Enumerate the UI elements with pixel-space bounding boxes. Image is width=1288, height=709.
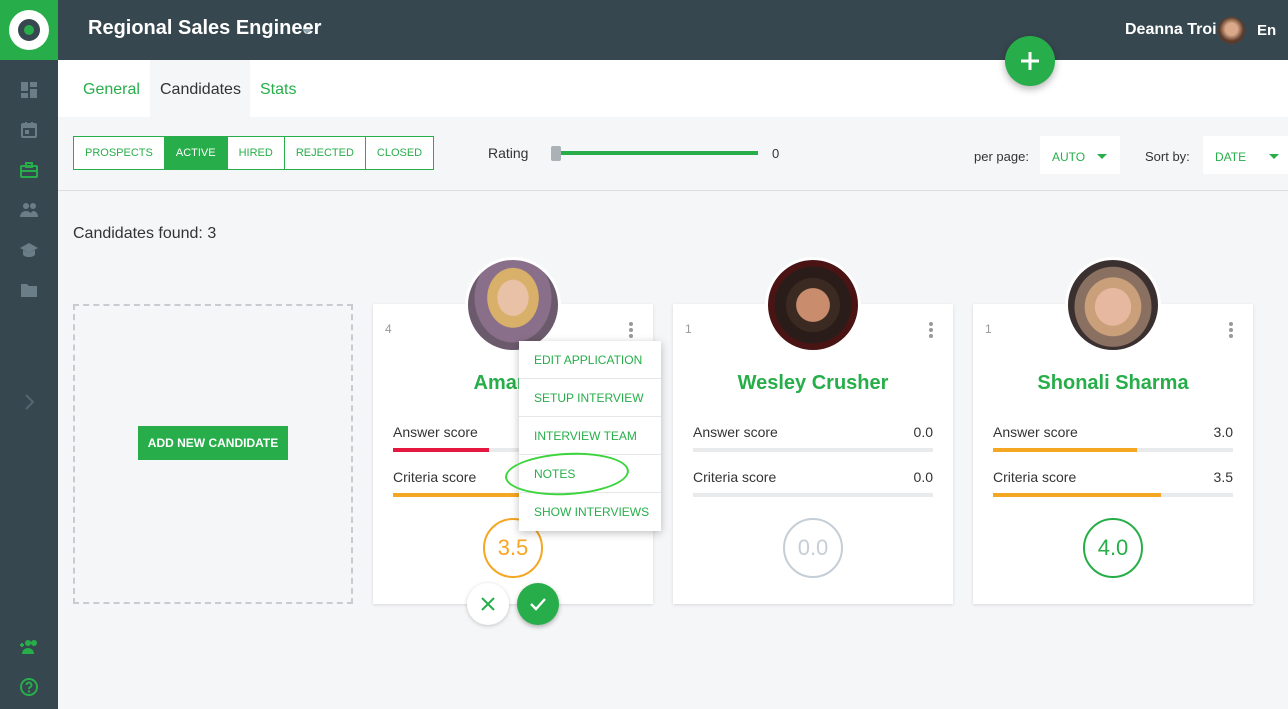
rating-slider-track[interactable]	[553, 151, 758, 155]
chevron-down-icon	[1097, 154, 1107, 159]
rating-value: 0	[772, 146, 780, 161]
tab-general[interactable]: General	[83, 60, 140, 117]
answer-score-label: Answer score	[693, 424, 778, 440]
candidate-card[interactable]: 1 Wesley Crusher Answer score 0.0 Criter…	[673, 257, 953, 604]
language-selector[interactable]: En	[1257, 22, 1276, 39]
add-candidate-card: ADD NEW CANDIDATE	[73, 304, 353, 604]
candidates-count: Candidates found: 3	[73, 225, 217, 242]
overall-score: 4.0	[1083, 518, 1143, 578]
people-icon[interactable]	[18, 199, 40, 221]
criteria-score-value: 3.5	[1213, 469, 1233, 485]
per-page-value: AUTO	[1052, 150, 1086, 164]
menu-interview-team[interactable]: INTERVIEW TEAM	[519, 417, 661, 455]
rating-label: Rating	[488, 145, 529, 161]
user-name[interactable]: Deanna Troi	[1125, 21, 1217, 39]
close-icon	[481, 597, 495, 611]
check-icon	[530, 598, 546, 611]
answer-score-bar	[993, 448, 1233, 452]
per-page-label: per page:	[974, 149, 1029, 164]
accept-button[interactable]	[517, 583, 559, 625]
candidate-photo	[465, 257, 561, 353]
briefcase-icon[interactable]	[18, 159, 40, 181]
dashboard-icon[interactable]	[18, 79, 40, 101]
chevron-down-icon	[1269, 154, 1279, 159]
answer-score-label: Answer score	[993, 424, 1078, 440]
add-user-icon[interactable]	[18, 636, 40, 658]
filter-bar: PROSPECTS ACTIVE HIRED REJECTED CLOSED R…	[58, 117, 1288, 191]
menu-setup-interview[interactable]: SETUP INTERVIEW	[519, 379, 661, 417]
candidate-count: 4	[385, 322, 392, 336]
filter-active[interactable]: ACTIVE	[164, 137, 228, 169]
answer-score-value: 0.0	[913, 424, 933, 440]
criteria-score-label: Criteria score	[393, 469, 477, 485]
criteria-score-label: Criteria score	[993, 469, 1077, 485]
more-vert-icon[interactable]	[1226, 322, 1236, 338]
answer-score-row: Answer score 3.0	[993, 424, 1233, 452]
overall-score: 0.0	[783, 518, 843, 578]
candidate-count: 1	[685, 322, 692, 336]
job-title[interactable]: Regional Sales Engineer	[88, 17, 321, 40]
chevron-down-icon[interactable]	[302, 29, 312, 34]
tab-bar: General Candidates Stats	[58, 60, 1288, 117]
criteria-score-bar	[693, 493, 933, 497]
sort-label: Sort by:	[1145, 149, 1190, 164]
criteria-score-fill	[993, 493, 1161, 497]
menu-show-interviews[interactable]: SHOW INTERVIEWS	[519, 493, 661, 531]
candidate-card[interactable]: 1 Shonali Sharma Answer score 3.0 Criter…	[973, 257, 1253, 604]
add-candidate-button[interactable]: ADD NEW CANDIDATE	[138, 426, 288, 460]
rating-slider-handle[interactable]	[551, 146, 561, 161]
criteria-score-label: Criteria score	[693, 469, 777, 485]
candidate-photo	[1065, 257, 1161, 353]
sort-value: DATE	[1215, 150, 1247, 164]
candidate-context-menu: EDIT APPLICATION SETUP INTERVIEW INTERVI…	[519, 341, 661, 531]
criteria-score-bar	[993, 493, 1233, 497]
school-icon[interactable]	[18, 239, 40, 261]
answer-score-fill	[993, 448, 1137, 452]
chevron-right-icon[interactable]	[18, 391, 40, 413]
more-vert-icon[interactable]	[926, 322, 936, 338]
sidebar	[0, 0, 58, 709]
candidate-count: 1	[985, 322, 992, 336]
filter-hired[interactable]: HIRED	[228, 137, 285, 169]
more-vert-icon[interactable]	[626, 322, 636, 338]
tab-stats[interactable]: Stats	[260, 60, 296, 117]
answer-score-row: Answer score 0.0	[693, 424, 933, 452]
folder-icon[interactable]	[18, 279, 40, 301]
filter-rejected[interactable]: REJECTED	[285, 137, 366, 169]
criteria-score-row: Criteria score 3.5	[993, 469, 1233, 497]
answer-score-value: 3.0	[1213, 424, 1233, 440]
sort-select[interactable]: DATE	[1203, 136, 1288, 174]
avatar[interactable]	[1218, 17, 1245, 44]
app-logo[interactable]	[0, 0, 58, 60]
plus-icon	[1021, 52, 1039, 70]
help-icon[interactable]	[18, 676, 40, 698]
per-page-select[interactable]: AUTO	[1040, 136, 1120, 174]
reject-button[interactable]	[467, 583, 509, 625]
tab-candidates[interactable]: Candidates	[150, 60, 250, 117]
criteria-score-row: Criteria score 0.0	[693, 469, 933, 497]
filter-prospects[interactable]: PROSPECTS	[74, 137, 165, 169]
answer-score-bar	[693, 448, 933, 452]
candidate-photo	[765, 257, 861, 353]
criteria-score-value: 0.0	[913, 469, 933, 485]
add-button[interactable]	[1005, 36, 1055, 86]
status-filter: PROSPECTS ACTIVE HIRED REJECTED CLOSED	[73, 136, 435, 170]
answer-score-fill	[393, 448, 489, 452]
menu-edit-application[interactable]: EDIT APPLICATION	[519, 341, 661, 379]
filter-closed[interactable]: CLOSED	[366, 137, 433, 169]
header: Regional Sales Engineer Deanna Troi En	[58, 0, 1288, 60]
calendar-icon[interactable]	[18, 119, 40, 141]
logo-icon	[9, 10, 49, 50]
candidate-name[interactable]: Shonali Sharma	[973, 372, 1253, 395]
answer-score-label: Answer score	[393, 424, 478, 440]
candidate-name[interactable]: Wesley Crusher	[673, 372, 953, 395]
